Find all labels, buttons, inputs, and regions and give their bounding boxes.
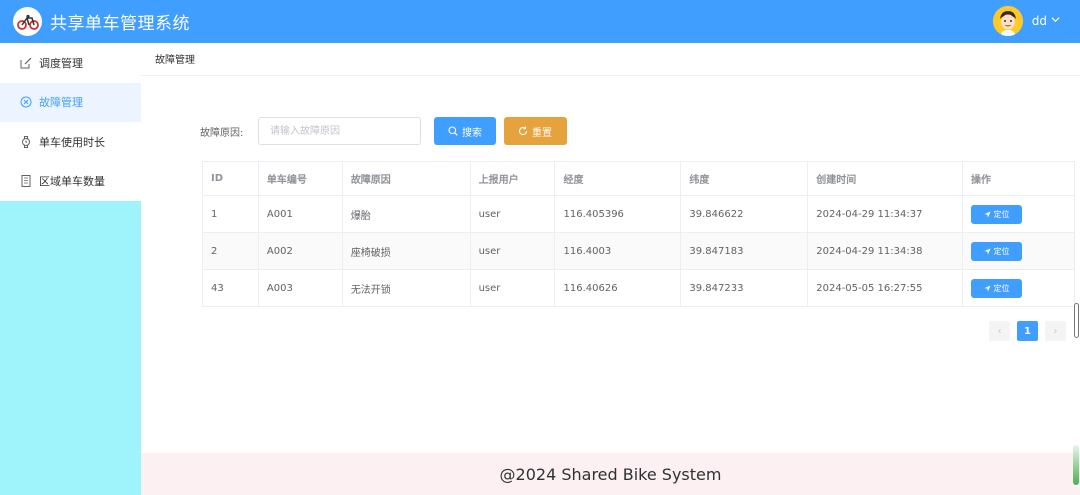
refresh-icon xyxy=(518,126,528,136)
column-header-latitude: 纬度 xyxy=(680,161,809,196)
locate-button[interactable]: 定位 xyxy=(971,241,1023,261)
column-header-created: 创建时间 xyxy=(807,161,964,196)
cell-latitude: 39.847183 xyxy=(680,232,809,270)
locate-button[interactable]: 定位 xyxy=(971,204,1023,224)
cell-latitude: 39.847233 xyxy=(680,269,809,307)
cell-id: 43 xyxy=(202,269,259,307)
location-arrow-icon xyxy=(983,284,991,292)
page-number-button[interactable]: 1 xyxy=(1017,321,1038,341)
search-button[interactable]: 搜索 xyxy=(434,117,496,145)
cell-action: 定位 xyxy=(962,269,1075,307)
locate-button-label: 定位 xyxy=(993,246,1010,256)
fault-table: ID 单车编号 故障原因 上报用户 经度 纬度 创建时间 操作 1 A001 爆… xyxy=(202,161,1075,307)
column-header-action: 操作 xyxy=(962,161,1075,196)
column-header-longitude: 经度 xyxy=(554,161,682,196)
column-header-user: 上报用户 xyxy=(470,161,556,196)
scroll-indicator xyxy=(1073,445,1079,485)
cell-bike-no: A001 xyxy=(258,195,343,233)
cell-bike-no: A002 xyxy=(258,232,343,270)
search-icon xyxy=(448,126,458,136)
footer: @2024 Shared Bike System xyxy=(141,453,1080,495)
search-label: 故障原因: xyxy=(200,127,244,139)
bike-logo-icon xyxy=(13,7,42,36)
sidebar-item-label: 区域单车数量 xyxy=(39,175,105,189)
column-header-id: ID xyxy=(202,161,259,196)
sidebar-item-area-count[interactable]: 区域单车数量 xyxy=(0,162,141,202)
search-button-label: 搜索 xyxy=(462,127,482,139)
cell-longitude: 116.405396 xyxy=(554,195,682,233)
sidebar-item-usage-duration[interactable]: 单车使用时长 xyxy=(0,122,141,162)
watch-icon xyxy=(20,135,32,148)
cell-bike-no: A003 xyxy=(258,269,343,307)
sidebar-menu: 调度管理 故障管理 单车使用时长 区域单车数量 xyxy=(0,43,141,201)
location-arrow-icon xyxy=(983,210,991,218)
next-page-button[interactable]: › xyxy=(1045,321,1066,341)
cell-action: 定位 xyxy=(962,232,1075,270)
sidebar-item-dispatch[interactable]: 调度管理 xyxy=(0,43,141,83)
cell-created: 2024-04-29 11:34:37 xyxy=(807,195,964,233)
cell-user: user xyxy=(470,232,556,270)
sidebar-item-label: 单车使用时长 xyxy=(39,135,105,149)
sidebar-item-label: 调度管理 xyxy=(39,56,83,70)
column-header-bike-no: 单车编号 xyxy=(258,161,343,196)
locate-button[interactable]: 定位 xyxy=(971,278,1023,298)
sidebar-item-label: 故障管理 xyxy=(39,96,83,110)
cell-longitude: 116.4003 xyxy=(554,232,682,270)
column-header-reason: 故障原因 xyxy=(342,161,471,196)
sidebar-item-fault[interactable]: 故障管理 xyxy=(0,82,141,122)
cell-id: 1 xyxy=(202,195,259,233)
cell-user: user xyxy=(470,269,556,307)
search-bar: 故障原因: 搜索 重置 xyxy=(200,117,567,145)
prev-page-button[interactable]: ‹ xyxy=(989,321,1010,341)
breadcrumb: 故障管理 xyxy=(141,43,1080,76)
user-dropdown[interactable]: dd xyxy=(992,6,1060,36)
locate-button-label: 定位 xyxy=(993,283,1010,293)
document-icon xyxy=(20,175,32,188)
username: dd xyxy=(1031,14,1047,28)
locate-button-label: 定位 xyxy=(993,209,1010,219)
app-title: 共享单车管理系统 xyxy=(50,14,190,34)
cell-user: user xyxy=(470,195,556,233)
reset-button-label: 重置 xyxy=(532,127,552,139)
sidebar: 调度管理 故障管理 单车使用时长 区域单车数量 xyxy=(0,43,141,495)
cell-longitude: 116.40626 xyxy=(554,269,682,307)
table-row: 43 A003 无法开锁 user 116.40626 39.847233 20… xyxy=(202,269,1075,307)
cell-created: 2024-05-05 16:27:55 xyxy=(807,269,964,307)
cell-reason: 座椅破损 xyxy=(342,232,471,270)
chevron-down-icon xyxy=(1051,15,1060,27)
app-header: 共享单车管理系统 dd xyxy=(0,0,1080,43)
cell-created: 2024-04-29 11:34:38 xyxy=(807,232,964,270)
cell-latitude: 39.846622 xyxy=(680,195,809,233)
edit-icon xyxy=(20,57,32,69)
pagination: ‹ 1 › xyxy=(989,321,1073,341)
reset-button[interactable]: 重置 xyxy=(504,117,567,145)
cell-id: 2 xyxy=(202,232,259,270)
cell-reason: 无法开锁 xyxy=(342,269,471,307)
table-row: 2 A002 座椅破损 user 116.4003 39.847183 2024… xyxy=(202,232,1075,270)
scrollbar-thumb[interactable] xyxy=(1074,303,1079,338)
main-content: 故障管理 故障原因: 搜索 重置 ID 单车编号 故障原因 上报用户 经度 纬度 xyxy=(141,43,1080,495)
table-row: 1 A001 爆胎 user 116.405396 39.846622 2024… xyxy=(202,195,1075,233)
cell-reason: 爆胎 xyxy=(342,195,471,233)
avatar xyxy=(992,6,1023,36)
search-input[interactable] xyxy=(258,117,421,145)
table-header-row: ID 单车编号 故障原因 上报用户 经度 纬度 创建时间 操作 xyxy=(202,161,1075,196)
location-arrow-icon xyxy=(983,247,991,255)
circle-close-icon xyxy=(20,96,32,108)
cell-action: 定位 xyxy=(962,195,1075,233)
